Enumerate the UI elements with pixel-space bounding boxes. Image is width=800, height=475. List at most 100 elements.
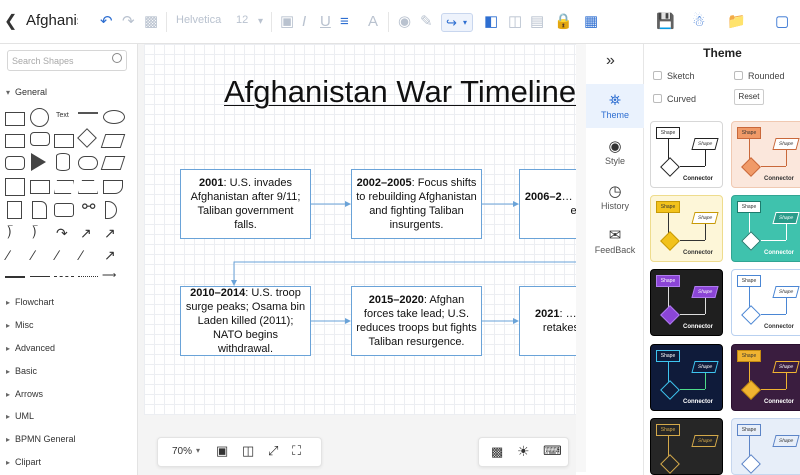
hexagon-shape[interactable] bbox=[5, 156, 25, 170]
brightness-icon[interactable]: ☀ bbox=[517, 443, 530, 460]
table-icon[interactable]: ▦ bbox=[584, 12, 598, 32]
nav-style[interactable]: ◉ Style bbox=[586, 132, 644, 176]
connector-style-select[interactable]: ↪ ▾ bbox=[441, 13, 473, 32]
timeline-node-2015-2020[interactable]: 2015–2020: Afghan forces take lead; U.S.… bbox=[351, 286, 482, 356]
trapezoid-shape[interactable] bbox=[78, 180, 98, 194]
actor-icon[interactable]: ⚯ bbox=[82, 199, 95, 217]
undo-icon[interactable]: ↶ bbox=[100, 12, 113, 32]
dashed-line-shape[interactable] bbox=[54, 276, 74, 277]
curve-shape[interactable]: ⟌ bbox=[32, 225, 38, 242]
connector-arrow[interactable] bbox=[231, 261, 576, 286]
rounded-option[interactable]: Rounded bbox=[734, 71, 785, 81]
theme-card[interactable]: Shape Shape Connector bbox=[731, 344, 800, 411]
arrange-icon[interactable]: ◧ bbox=[484, 12, 498, 32]
line-shape[interactable] bbox=[30, 276, 50, 277]
theme-card[interactable]: Shape Shape bbox=[650, 418, 723, 475]
timeline-node-2001[interactable]: 2001: U.S. invades Afghanistan after 9/1… bbox=[180, 169, 311, 239]
back-arrow-icon[interactable]: ❮ bbox=[4, 13, 17, 31]
chevron-down-icon[interactable]: ▾ bbox=[258, 12, 263, 32]
checkbox[interactable] bbox=[653, 71, 662, 80]
text-box-icon[interactable]: ▣ bbox=[280, 12, 294, 32]
triangle-shape[interactable] bbox=[31, 153, 46, 171]
theme-card[interactable]: Shape Shape Connector bbox=[650, 195, 723, 262]
theme-card[interactable]: Shape Shape Connector bbox=[731, 121, 800, 188]
text-shape[interactable]: Text bbox=[56, 112, 69, 119]
sketch-option[interactable]: Sketch bbox=[653, 71, 695, 81]
search-icon[interactable] bbox=[112, 53, 122, 63]
curved-option[interactable]: Curved bbox=[653, 94, 696, 104]
section-clipart[interactable]: ▸ Clipart bbox=[6, 457, 41, 467]
section-advanced[interactable]: ▸ Advanced bbox=[6, 343, 55, 353]
line-shape[interactable]: ∕ bbox=[32, 247, 34, 263]
cloud-shape[interactable] bbox=[78, 156, 98, 170]
rounded-rect-shape[interactable] bbox=[30, 132, 50, 146]
process-shape[interactable] bbox=[5, 134, 25, 148]
section-bpmn-general[interactable]: ▸ BPMN General bbox=[6, 434, 76, 444]
card-shape[interactable] bbox=[32, 201, 47, 219]
section-misc[interactable]: ▸ Misc bbox=[6, 320, 34, 330]
document-title[interactable]: Afghanis bbox=[26, 12, 78, 29]
resize-icon[interactable]: ⤢ bbox=[268, 443, 278, 459]
rectangle-shape[interactable] bbox=[5, 112, 25, 126]
cylinder-shape[interactable] bbox=[56, 153, 70, 171]
fill-color-icon[interactable]: ◉ bbox=[398, 12, 411, 32]
cube-shape[interactable] bbox=[30, 180, 50, 194]
ellipse-shape[interactable] bbox=[103, 110, 125, 124]
timeline-node-2002-2005[interactable]: 2002–2005: Focus shifts to rebuilding Af… bbox=[351, 169, 482, 239]
timeline-node-2010-2014[interactable]: 2010–2014: U.S. troop surge peaks; Osama… bbox=[180, 286, 311, 356]
lock-icon[interactable]: 🔒 bbox=[554, 12, 573, 32]
document-shape[interactable] bbox=[7, 201, 22, 219]
parallelogram-shape[interactable] bbox=[100, 134, 126, 148]
dotted-line-shape[interactable] bbox=[78, 276, 98, 277]
line-shape[interactable]: ∕ bbox=[80, 247, 82, 263]
checkbox[interactable] bbox=[653, 94, 662, 103]
section-uml[interactable]: ▸ UML bbox=[6, 411, 34, 421]
font-size-select[interactable]: 12 bbox=[236, 14, 248, 26]
font-color-icon[interactable]: A bbox=[368, 12, 378, 32]
search-shapes-input[interactable]: Search Shapes bbox=[7, 50, 127, 71]
fit-page-icon[interactable]: ▣ bbox=[216, 443, 228, 459]
heading-shape[interactable] bbox=[78, 112, 98, 122]
export-icon[interactable]: 📁 bbox=[727, 12, 746, 32]
diamond-shape[interactable] bbox=[77, 128, 97, 148]
line-color-icon[interactable]: ✎ bbox=[420, 12, 433, 32]
callout-shape[interactable] bbox=[54, 203, 74, 217]
align-icon[interactable]: ≡ bbox=[340, 12, 349, 32]
timeline-node-2006[interactable]: 2006–2… regains stre… esc… bbox=[519, 169, 576, 239]
theme-card[interactable]: Shape Shape Connector bbox=[650, 269, 723, 336]
keyboard-icon[interactable]: ⌨ bbox=[543, 443, 562, 459]
theme-card[interactable]: Shape Shape Connector bbox=[650, 344, 723, 411]
zoom-level-select[interactable]: 70% bbox=[172, 446, 192, 457]
minimap-icon[interactable]: ▩ bbox=[491, 444, 503, 460]
fullscreen-icon[interactable]: ⛶ bbox=[292, 443, 301, 459]
nav-feedback[interactable]: ✉ FeedBack bbox=[586, 221, 644, 265]
reset-button[interactable]: Reset bbox=[734, 89, 764, 105]
theme-card[interactable]: Shape Shape bbox=[731, 418, 800, 475]
font-family-select[interactable]: Helvetica bbox=[176, 14, 221, 26]
group-icon[interactable]: ▤ bbox=[530, 12, 544, 32]
label-shape[interactable] bbox=[54, 134, 74, 148]
collapse-panel-icon[interactable]: » bbox=[606, 52, 615, 70]
timeline-node-2021[interactable]: 2021: … withdraw… retakes… Afgh… bbox=[519, 286, 576, 356]
curved-arrow-shape[interactable]: ↷ bbox=[56, 225, 68, 242]
section-general[interactable]: ▾ General bbox=[6, 87, 47, 97]
save-icon[interactable]: 💾 bbox=[656, 12, 675, 32]
curve-shape[interactable]: ⟌ bbox=[7, 225, 13, 242]
delay-shape[interactable] bbox=[105, 201, 117, 219]
nav-history[interactable]: ◷ History bbox=[586, 177, 644, 221]
section-basic[interactable]: ▸ Basic bbox=[6, 366, 37, 376]
data-shape[interactable] bbox=[100, 156, 126, 170]
tape-shape[interactable] bbox=[103, 180, 123, 194]
share-icon[interactable]: ☃ bbox=[692, 12, 705, 32]
redo-icon[interactable]: ↷ bbox=[122, 12, 135, 32]
italic-icon[interactable]: I bbox=[302, 12, 306, 32]
copy-style-icon[interactable]: ◫ bbox=[508, 12, 522, 32]
step-shape[interactable] bbox=[54, 180, 74, 194]
thick-line-shape[interactable] bbox=[5, 276, 25, 278]
section-flowchart[interactable]: ▸ Flowchart bbox=[6, 297, 54, 307]
chevron-down-icon[interactable]: ▾ bbox=[196, 446, 200, 455]
format-painter-icon[interactable]: ▩ bbox=[144, 12, 158, 32]
diagram-canvas[interactable]: Afghanistan War Timeline 2001: U.S. inva… bbox=[144, 44, 576, 415]
section-arrows[interactable]: ▸ Arrows bbox=[6, 389, 43, 399]
circle-shape[interactable] bbox=[30, 108, 49, 127]
